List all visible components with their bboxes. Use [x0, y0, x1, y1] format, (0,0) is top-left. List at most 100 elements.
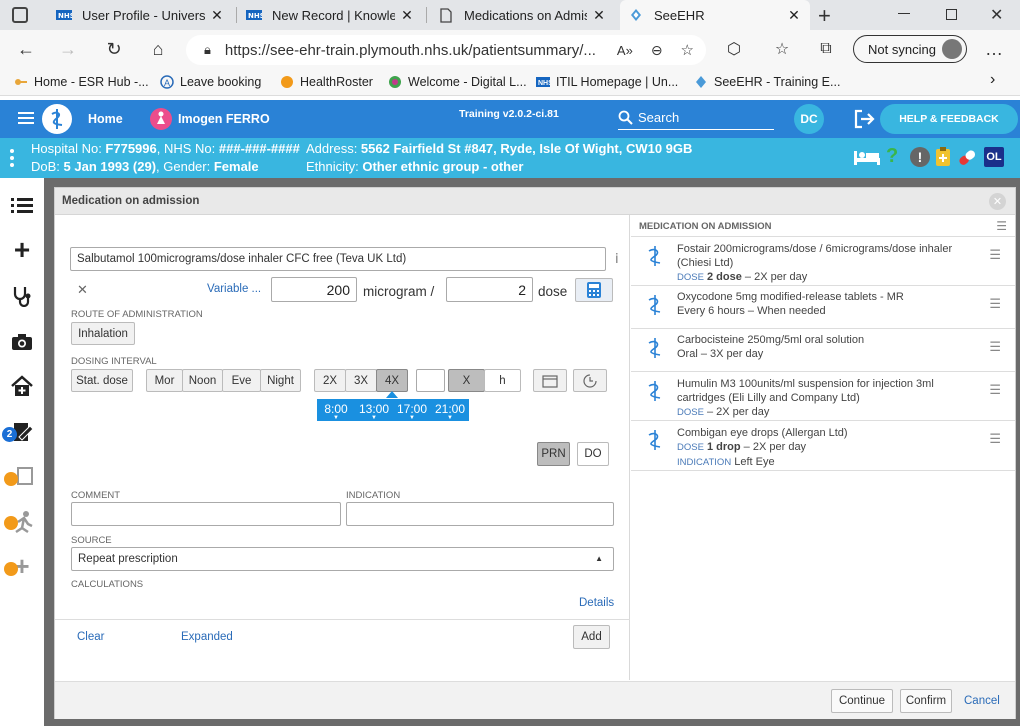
hours-button[interactable]: h: [484, 369, 521, 392]
expanded-link[interactable]: Expanded: [181, 631, 233, 643]
schedule-button[interactable]: [573, 369, 607, 392]
browser-tab[interactable]: NHS User Profile - University ✕: [48, 0, 233, 30]
route-inhalation-button[interactable]: Inhalation: [71, 322, 135, 345]
item-menu-icon[interactable]: ☰: [989, 339, 1001, 355]
frequency-4x-button[interactable]: 4X: [376, 369, 408, 392]
bookmark[interactable]: Home - ESR Hub -...: [14, 73, 149, 91]
help-feedback-button[interactable]: HELP & FEEDBACK: [880, 104, 1018, 134]
list-icon[interactable]: [8, 192, 36, 220]
add-button[interactable]: Add: [573, 625, 610, 649]
close-tab-icon[interactable]: ✕: [786, 7, 802, 24]
camera-icon[interactable]: [8, 328, 36, 356]
close-tab-icon[interactable]: ✕: [399, 7, 415, 24]
address-bar[interactable]: 🔒︎ https://see-ehr-train.plymouth.nhs.uk…: [186, 35, 706, 65]
browser-tab-active[interactable]: SeeEHR ✕: [620, 0, 810, 30]
time-slot[interactable]: 21:00 ▼: [431, 399, 469, 421]
item-menu-icon[interactable]: ☰: [989, 296, 1001, 312]
medication-item[interactable]: Oxycodone 5mg modified-release tablets -…: [631, 286, 1015, 329]
times-x-button[interactable]: X: [448, 369, 485, 392]
browser-tab[interactable]: Medications on Admiss ✕: [430, 0, 615, 30]
more-icon[interactable]: …: [984, 39, 1004, 59]
bed-icon[interactable]: [853, 147, 881, 167]
alert-icon[interactable]: !: [910, 147, 930, 167]
item-menu-icon[interactable]: ☰: [989, 247, 1001, 263]
tab-actions-icon[interactable]: [12, 7, 28, 23]
info-icon[interactable]: ⅰ: [615, 251, 619, 267]
chevron-right-icon[interactable]: ›: [990, 71, 995, 89]
restore-icon[interactable]: [946, 9, 957, 20]
do-button[interactable]: DO: [577, 442, 609, 466]
kebab-menu-icon[interactable]: [10, 149, 14, 167]
clipboard-icon[interactable]: [935, 146, 951, 167]
bookmark[interactable]: A Leave booking: [160, 73, 261, 91]
bookmark[interactable]: NHSITIL Homepage | Un...: [536, 73, 678, 91]
stat-dose-button[interactable]: Stat. dose: [71, 369, 133, 392]
medication-item[interactable]: Carbocisteine 250mg/5ml oral solution Ora…: [631, 329, 1015, 372]
item-menu-icon[interactable]: ☰: [989, 382, 1001, 398]
cancel-link[interactable]: Cancel: [964, 695, 1000, 707]
home-icon[interactable]: ⌂: [148, 39, 168, 59]
close-tab-icon[interactable]: ✕: [591, 7, 607, 24]
interval-number-input[interactable]: [416, 369, 445, 392]
noon-button[interactable]: Noon: [182, 369, 223, 392]
drug-input[interactable]: Salbutamol 100micrograms/dose inhaler CF…: [70, 247, 606, 271]
details-link[interactable]: Details: [579, 597, 614, 609]
minimize-icon[interactable]: [898, 13, 910, 14]
calculator-button[interactable]: [575, 278, 613, 302]
house-plus-icon[interactable]: [8, 372, 36, 400]
question-icon[interactable]: ?: [886, 145, 898, 168]
add-icon[interactable]: +: [8, 234, 36, 265]
frequency-3x-button[interactable]: 3X: [345, 369, 377, 392]
item-menu-icon[interactable]: ☰: [989, 431, 1001, 447]
browser-tab[interactable]: NHS New Record | Knowledg ✕: [238, 0, 423, 30]
window-close-icon[interactable]: ✕: [990, 5, 1003, 25]
back-icon[interactable]: ←: [16, 39, 36, 59]
variable-dose-link[interactable]: Variable ...: [207, 283, 261, 295]
continue-button[interactable]: Continue: [831, 689, 893, 713]
forward-icon[interactable]: →: [58, 39, 78, 59]
frequency-2x-button[interactable]: 2X: [314, 369, 346, 392]
favorite-add-icon[interactable]: ☆: [681, 41, 694, 59]
user-avatar[interactable]: DC: [794, 104, 824, 134]
patient-name[interactable]: Imogen FERRO: [178, 112, 270, 126]
medication-item[interactable]: Combigan eye drops (Allergan Ltd) DOSE 1 …: [631, 421, 1015, 471]
list-menu-icon[interactable]: ☰: [996, 219, 1007, 233]
collections-icon[interactable]: ⧉: [816, 39, 836, 59]
time-slot[interactable]: 17:00 ▼: [393, 399, 431, 421]
confirm-button[interactable]: Confirm: [900, 689, 952, 713]
pill-icon[interactable]: [956, 147, 980, 167]
bookmark[interactable]: SeeEHR - Training E...: [694, 73, 840, 91]
close-tab-icon[interactable]: ✕: [209, 7, 225, 24]
dialog-close-icon[interactable]: ✕: [989, 193, 1006, 210]
morning-button[interactable]: Mor: [146, 369, 183, 392]
evening-button[interactable]: Eve: [222, 369, 261, 392]
search-box[interactable]: Search: [618, 106, 774, 130]
indication-input[interactable]: [346, 502, 614, 526]
new-tab-icon[interactable]: +: [818, 3, 831, 29]
source-select[interactable]: Repeat prescription ▲: [71, 547, 614, 571]
stethoscope-icon[interactable]: [8, 282, 36, 310]
bookmark[interactable]: HealthRoster: [280, 73, 373, 91]
bookmark[interactable]: Welcome - Digital L...: [388, 73, 527, 91]
comment-input[interactable]: [71, 502, 341, 526]
zoom-icon[interactable]: ⊖: [651, 42, 663, 59]
read-aloud-icon[interactable]: A»: [617, 43, 633, 58]
ol-badge[interactable]: OL: [984, 147, 1004, 167]
calendar-button[interactable]: [533, 369, 567, 392]
per-amount-input[interactable]: 2: [446, 277, 533, 302]
extensions-icon[interactable]: ⬡: [724, 39, 744, 59]
medication-item[interactable]: Fostair 200micrograms/dose / 6micrograms…: [631, 237, 1015, 286]
dose-amount-input[interactable]: 200: [271, 277, 357, 302]
clear-link[interactable]: Clear: [77, 631, 104, 643]
time-slot[interactable]: 13:00 ▼: [355, 399, 393, 421]
home-link[interactable]: Home: [88, 112, 123, 126]
not-syncing-button[interactable]: Not syncing: [853, 35, 967, 63]
favorites-icon[interactable]: ☆: [772, 39, 792, 59]
night-button[interactable]: Night: [260, 369, 301, 392]
prn-button[interactable]: PRN: [537, 442, 570, 466]
time-slot[interactable]: 8:00 ▼: [317, 399, 355, 421]
logout-icon[interactable]: [852, 108, 876, 130]
refresh-icon[interactable]: ↻: [104, 39, 124, 59]
medication-item[interactable]: Humulin M3 100units/ml suspension for in…: [631, 372, 1015, 421]
clear-drug-icon[interactable]: ✕: [77, 282, 88, 298]
